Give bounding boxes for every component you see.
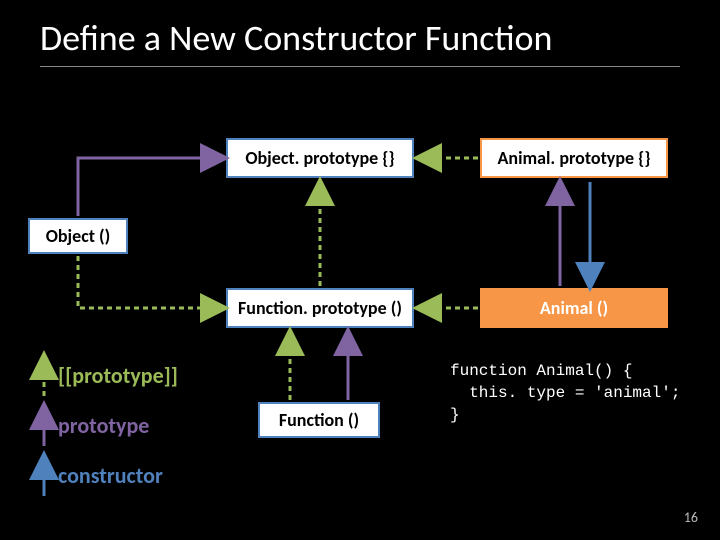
code-line-1: function Animal() { [450,362,632,380]
box-object-fn: Object () [28,218,128,254]
slide: Define a New Constructor Function Object… [0,0,720,540]
arrows-layer [0,0,720,540]
code-line-2: this. type = 'animal'; [450,384,680,402]
box-animal-fn: Animal () [480,288,668,328]
box-animal-prototype: Animal. prototype {} [480,138,668,178]
legend-proto-chain: [[prototype]] [58,362,178,389]
box-function-prototype: Function. prototype () [226,288,414,328]
box-object-prototype: Object. prototype {} [226,138,414,178]
legend-prototype-prop: prototype [58,412,149,439]
box-function-fn: Function () [258,402,380,438]
code-line-3: } [450,406,460,424]
page-number: 16 [684,509,698,526]
slide-title: Define a New Constructor Function [40,16,680,67]
legend-constructor-prop: constructor [58,462,163,489]
